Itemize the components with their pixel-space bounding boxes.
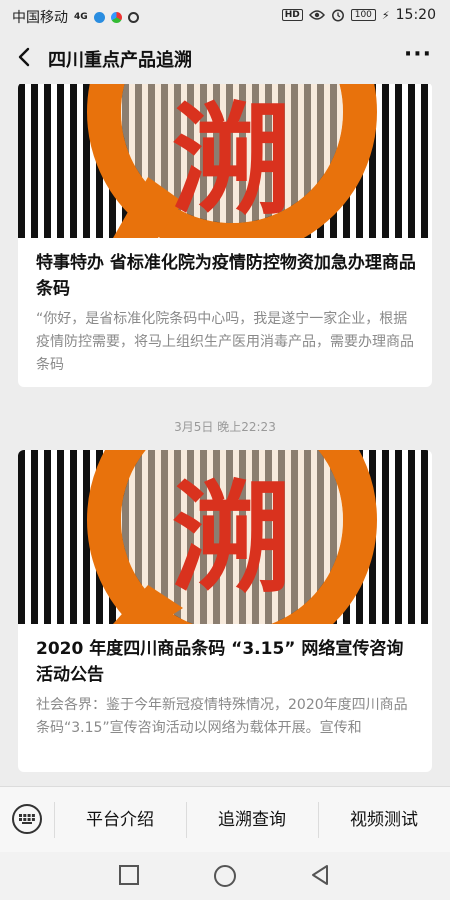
bottom-menu: 平台介绍 追溯查询 视频测试	[0, 786, 450, 853]
article-title[interactable]: 2020 年度四川商品条码 “3.15” 网络宣传咨询活动公告	[18, 624, 432, 688]
app-notification-icon-2	[110, 11, 122, 23]
article-title[interactable]: 特事特办 省标准化院为疫情防控物资加急办理商品条码	[18, 238, 432, 302]
article-feed[interactable]: 溯 特事特办 省标准化院为疫情防控物资加急办理商品条码 “你好，是省标准化院条码…	[0, 84, 450, 786]
eye-icon	[308, 10, 325, 20]
recent-apps-icon[interactable]	[118, 864, 140, 886]
menu-item-video-test[interactable]: 视频测试	[318, 787, 450, 853]
page-title: 四川重点产品追溯	[48, 50, 192, 71]
app-notification-icon	[93, 11, 105, 23]
app-notification-icon-3	[127, 11, 139, 23]
clock-time: 15:20	[395, 7, 436, 23]
carrier-label: 中国移动	[12, 10, 68, 26]
back-nav-icon[interactable]	[309, 864, 331, 886]
battery-indicator: 100	[350, 9, 376, 21]
menu-item-platform-intro[interactable]: 平台介绍	[54, 787, 186, 853]
alarm-icon	[331, 9, 344, 22]
charging-icon: ⚡	[381, 8, 390, 22]
system-nav-bar	[0, 852, 450, 900]
keyboard-icon[interactable]	[12, 804, 42, 834]
article-card[interactable]: 溯 特事特办 省标准化院为疫情防控物资加急办理商品条码 “你好，是省标准化院条码…	[18, 84, 432, 387]
cover-character: 溯	[172, 92, 292, 231]
chevron-left-icon[interactable]	[14, 46, 36, 68]
article-card[interactable]: 溯 2020 年度四川商品条码 “3.15” 网络宣传咨询活动公告 社会各界：鉴…	[18, 450, 432, 772]
home-icon[interactable]	[213, 864, 237, 888]
article-cover-image: 溯	[18, 84, 432, 238]
network-indicator: 4G	[74, 12, 88, 22]
status-bar: 中国移动 4G HD 100 ⚡ 15:20	[0, 0, 450, 32]
message-timestamp: 3月5日 晚上22:23	[174, 420, 276, 434]
article-cover-image: 溯	[18, 450, 432, 624]
more-dots-icon[interactable]: ···	[404, 42, 432, 67]
hd-icon: HD	[281, 9, 303, 21]
menu-item-trace-query[interactable]: 追溯查询	[186, 787, 318, 853]
article-summary: 社会各界：鉴于今年新冠疫情特殊情况，2020年度四川商品条码“3.15”宣传咨询…	[36, 697, 408, 736]
title-bar: 四川重点产品追溯 ···	[0, 32, 450, 84]
article-summary: “你好，是省标准化院条码中心吗，我是遂宁一家企业，根据疫情防控需要，将马上组织生…	[36, 311, 414, 373]
cover-character: 溯	[172, 470, 292, 609]
